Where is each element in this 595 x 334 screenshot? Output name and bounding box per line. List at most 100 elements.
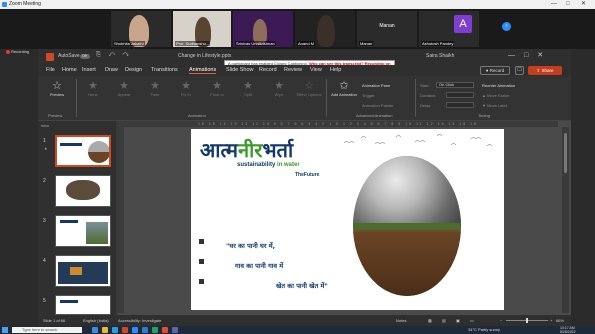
move-earlier-button[interactable]: ▲ Move Earlier bbox=[482, 93, 510, 98]
participant-tile[interactable]: Shobhita Jakathi bbox=[111, 11, 171, 47]
preview-button[interactable]: ☆ Preview bbox=[44, 80, 70, 97]
tab-design[interactable]: Design bbox=[125, 67, 142, 73]
vertical-scrollbar[interactable] bbox=[562, 127, 569, 313]
participant-tile[interactable]: Anand M bbox=[295, 11, 355, 47]
slide-thumbnail[interactable] bbox=[55, 295, 111, 315]
taskbar-search-input[interactable]: Type here to search bbox=[12, 327, 82, 333]
title-part: आत्म bbox=[200, 138, 239, 162]
powerpoint-taskbar-icon[interactable] bbox=[122, 327, 128, 333]
effect-label: Wipe bbox=[274, 92, 284, 97]
powerpoint-logo-icon bbox=[46, 53, 54, 61]
file-explorer-icon[interactable] bbox=[102, 327, 108, 333]
tab-home[interactable]: Home bbox=[62, 67, 77, 73]
participant-tile[interactable]: Srinivas Unnikrishnan bbox=[233, 11, 293, 47]
reading-view-icon[interactable]: ▣ bbox=[456, 318, 460, 323]
section-header[interactable]: Intro bbox=[41, 123, 49, 128]
tab-insert[interactable]: Insert bbox=[82, 67, 96, 73]
slide-number: 5 bbox=[43, 298, 46, 304]
tab-review[interactable]: Review bbox=[284, 67, 302, 73]
effect-fade[interactable]: ★ Fade bbox=[142, 80, 168, 97]
tab-view[interactable]: View bbox=[310, 67, 322, 73]
effect-split[interactable]: ★ Split bbox=[235, 80, 261, 97]
bird-icon: ⌒ bbox=[451, 144, 457, 150]
close-button[interactable]: ✕ bbox=[581, 0, 586, 9]
zoom-logo-icon bbox=[2, 2, 7, 7]
group-label-advanced: Advanced Animation bbox=[356, 113, 393, 118]
notes-button[interactable]: Notes bbox=[396, 318, 406, 323]
windows-start-icon[interactable] bbox=[2, 327, 8, 333]
zoom-slider[interactable] bbox=[506, 318, 548, 323]
slide-thumbnail[interactable] bbox=[55, 175, 111, 207]
tab-animations[interactable]: Animations bbox=[189, 67, 217, 74]
task-view-icon[interactable] bbox=[92, 327, 98, 333]
teams-taskbar-icon[interactable] bbox=[172, 327, 178, 333]
chrome-taskbar-icon[interactable] bbox=[162, 327, 168, 333]
slide-sorter-icon[interactable]: ▤ bbox=[442, 318, 446, 323]
tab-transitions[interactable]: Transitions bbox=[151, 67, 178, 73]
clock-date[interactable]: 8/28/2022 bbox=[560, 330, 576, 334]
trigger-button[interactable]: Trigger bbox=[362, 93, 375, 98]
effect-options-button[interactable]: ☆ Effect Options bbox=[296, 80, 322, 97]
slide-thumbnail[interactable] bbox=[55, 255, 111, 287]
edge-icon[interactable] bbox=[112, 327, 118, 333]
tab-slide-show[interactable]: Slide Show bbox=[226, 67, 254, 73]
participant-tile[interactable]: Manan Manan bbox=[357, 11, 417, 47]
next-participants-button[interactable]: › bbox=[502, 22, 511, 31]
participant-strip: Shobhita Jakathi Prof. Sudhanshu... Srin… bbox=[0, 9, 595, 49]
participant-avatar: A bbox=[454, 15, 472, 33]
star-icon: ★ bbox=[274, 80, 284, 92]
zoom-in-icon[interactable]: + bbox=[550, 318, 552, 323]
close-button[interactable]: ✕ bbox=[537, 52, 552, 59]
current-slide[interactable]: आत्मनीरभर्ता sustainability in water The… bbox=[191, 129, 504, 310]
comments-button[interactable]: ☐ bbox=[515, 66, 524, 75]
minimize-button[interactable]: — bbox=[551, 0, 557, 9]
bullet-marker bbox=[199, 239, 204, 244]
effect-wipe[interactable]: ★ Wipe bbox=[266, 80, 292, 97]
scrollbar-thumb[interactable] bbox=[564, 133, 567, 173]
accessibility-checker[interactable]: Accessibility: Investigate bbox=[118, 318, 161, 323]
effect-float-in[interactable]: ★ Float In bbox=[204, 80, 230, 97]
animation-pane-button[interactable]: Animation Pane bbox=[362, 83, 390, 88]
slide-thumbnail[interactable] bbox=[55, 215, 111, 247]
language-indicator[interactable]: English (India) bbox=[83, 318, 109, 323]
effect-none[interactable]: ★ None bbox=[80, 80, 106, 97]
tab-file[interactable]: File bbox=[46, 67, 55, 73]
effect-fly-in[interactable]: ★ Fly In bbox=[173, 80, 199, 97]
normal-view-icon[interactable]: ▦ bbox=[428, 318, 432, 323]
record-button[interactable]: ● Record bbox=[480, 66, 510, 75]
weather-widget[interactable]: 34°C Partly sunny bbox=[468, 327, 500, 332]
tab-record[interactable]: Record bbox=[259, 67, 277, 73]
minimize-button[interactable]: — bbox=[508, 52, 524, 59]
reorder-animation-title: Reorder Animation bbox=[482, 83, 516, 88]
effect-appear[interactable]: ★ Appear bbox=[111, 80, 137, 97]
move-later-button[interactable]: ▼ Move Later bbox=[482, 103, 507, 108]
word-taskbar-icon[interactable] bbox=[142, 327, 148, 333]
slide-thumbnail[interactable] bbox=[55, 135, 111, 167]
duration-field[interactable] bbox=[446, 92, 474, 98]
start-select[interactable]: On Click bbox=[436, 82, 474, 88]
user-name[interactable]: Saira Shaikh bbox=[426, 53, 454, 59]
maximize-button[interactable]: □ bbox=[524, 52, 537, 59]
participant-tile[interactable]: Prof. Sudhanshu... bbox=[173, 11, 231, 47]
zoom-slider-knob[interactable] bbox=[526, 318, 528, 323]
zoom-level[interactable]: 66% bbox=[556, 318, 564, 323]
cloudy-sky bbox=[353, 156, 461, 226]
animation-painter-button[interactable]: Animation Painter bbox=[362, 103, 394, 108]
tab-help[interactable]: Help bbox=[330, 67, 341, 73]
add-animation-button[interactable]: ✩ Add Animation bbox=[331, 80, 357, 97]
thumb-image-shape bbox=[66, 180, 100, 200]
excel-taskbar-icon[interactable] bbox=[152, 327, 158, 333]
zoom-taskbar-icon[interactable] bbox=[132, 327, 138, 333]
zoom-out-icon[interactable]: − bbox=[500, 318, 502, 323]
window-controls[interactable]: —□✕ bbox=[508, 51, 552, 59]
participant-tile-name: Manan bbox=[379, 23, 395, 29]
maximize-button[interactable]: □ bbox=[566, 0, 570, 9]
autosave-state: Off bbox=[82, 54, 87, 58]
quick-access-toolbar[interactable]: ⎘ ↶ ↷ bbox=[96, 52, 132, 59]
slideshow-icon[interactable]: ▭ bbox=[470, 318, 474, 323]
tab-draw[interactable]: Draw bbox=[105, 67, 118, 73]
document-title: Change in Lifestyle.pptx bbox=[178, 53, 232, 59]
delay-field[interactable] bbox=[446, 102, 474, 108]
star-icon: ★ bbox=[88, 80, 98, 92]
share-button[interactable]: ⇧ Share bbox=[528, 66, 562, 75]
